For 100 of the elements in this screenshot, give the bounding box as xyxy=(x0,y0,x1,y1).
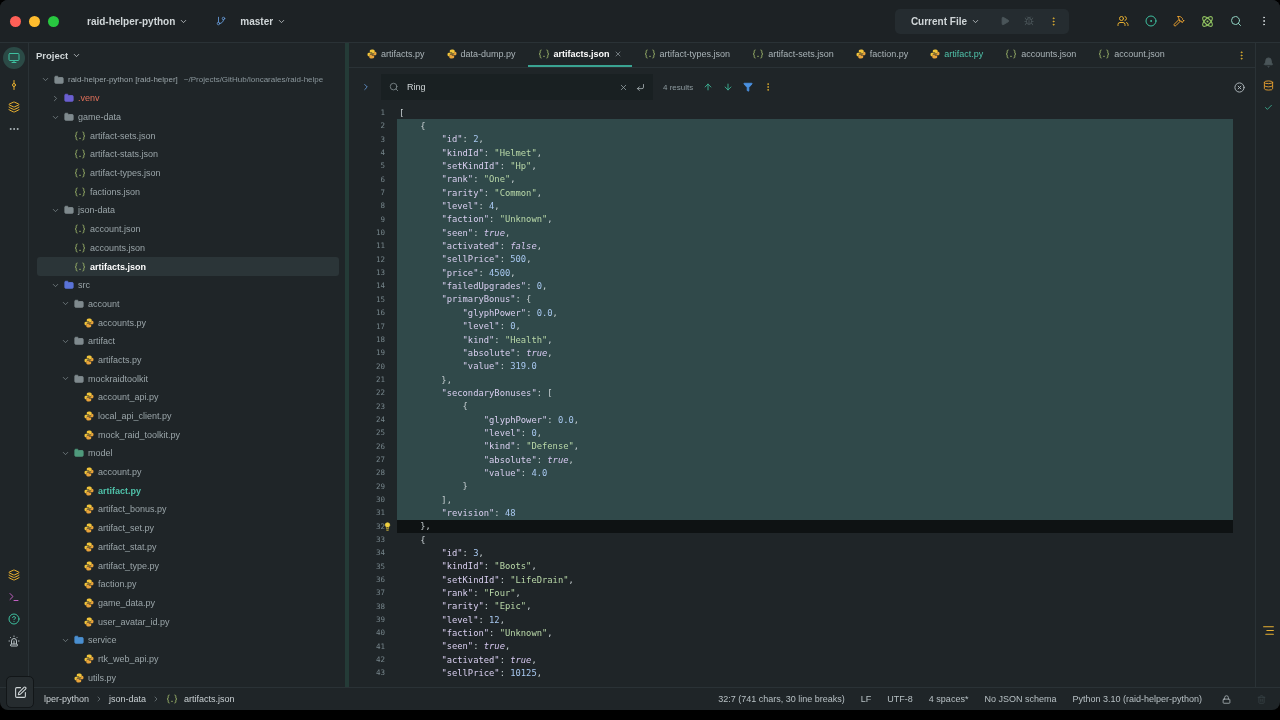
status-item[interactable]: LF xyxy=(860,694,872,704)
file-tab[interactable]: faction.py xyxy=(845,43,919,67)
users-icon[interactable] xyxy=(1117,15,1129,27)
tree-item[interactable]: user_avatar_id.py xyxy=(37,612,339,631)
tree-item[interactable]: artifacts.json xyxy=(37,257,339,276)
pen-icon[interactable] xyxy=(13,685,27,699)
file-tab[interactable]: account.json xyxy=(1088,43,1175,67)
python-icon xyxy=(84,411,94,422)
tree-item[interactable]: artifact-stats.json xyxy=(37,145,339,164)
tree-item[interactable]: model xyxy=(37,444,339,463)
python-icon xyxy=(367,49,377,59)
search-icon[interactable] xyxy=(1230,15,1242,27)
terminal-icon[interactable] xyxy=(8,591,20,603)
maximize-window-button[interactable] xyxy=(48,15,59,27)
file-tab[interactable]: artifacts.py xyxy=(357,43,435,67)
status-item[interactable]: Python 3.10 (raid-helper-python) xyxy=(1072,694,1202,704)
tree-item[interactable]: json-data xyxy=(37,201,339,220)
breadcrumb-item[interactable]: json-data xyxy=(109,694,147,704)
tree-item[interactable]: mock_raid_toolkit.py xyxy=(37,425,339,445)
tree-item[interactable]: artifact_set.py xyxy=(37,518,339,538)
lock-icon[interactable] xyxy=(1222,694,1231,704)
tree-item[interactable]: service xyxy=(37,630,339,650)
search-field[interactable]: Ring xyxy=(381,74,653,100)
braces-icon xyxy=(74,261,86,272)
close-icon[interactable] xyxy=(1234,81,1245,93)
folder-icon xyxy=(74,373,84,384)
tree-item[interactable]: artifact.py xyxy=(37,481,339,501)
panel-title[interactable]: Project xyxy=(29,43,345,69)
close-window-button[interactable] xyxy=(10,15,21,27)
file-name: account xyxy=(88,298,120,309)
project-tool-button[interactable] xyxy=(3,47,25,69)
database-icon[interactable] xyxy=(1262,80,1274,91)
tree-item[interactable]: artifact-types.json xyxy=(37,163,339,183)
project-selector[interactable]: raid-helper-python xyxy=(81,12,195,30)
branch-selector[interactable]: master xyxy=(234,12,293,30)
file-tab[interactable]: artifact-sets.json xyxy=(742,43,844,67)
next-icon[interactable] xyxy=(723,82,734,92)
file-tab[interactable]: accounts.json xyxy=(995,43,1087,67)
tree-item[interactable]: game-data xyxy=(37,107,339,127)
tree-item[interactable]: .venv xyxy=(37,89,339,108)
hammer-icon[interactable] xyxy=(1173,15,1185,27)
tree-item[interactable]: artifacts.py xyxy=(37,350,339,370)
file-tab[interactable]: artifact-types.json xyxy=(633,43,741,67)
tree-item[interactable]: utils.py xyxy=(37,668,339,687)
python-icon xyxy=(84,392,94,403)
tree-item[interactable]: rtk_web_api.py xyxy=(37,649,339,669)
tree-item[interactable]: accounts.py xyxy=(37,313,339,332)
tree-item[interactable]: faction.py xyxy=(37,574,339,594)
status-item[interactable]: UTF-8 xyxy=(887,694,913,704)
tree-item[interactable]: artifact_type.py xyxy=(37,556,339,575)
file-tab[interactable]: artifacts.json xyxy=(527,43,632,67)
file-tab[interactable]: data-dump.py xyxy=(436,43,526,67)
tree-item[interactable]: artifact_bonus.py xyxy=(37,500,339,519)
layers-icon[interactable] xyxy=(8,101,20,113)
tree-item[interactable]: account.py xyxy=(37,462,339,482)
clear-icon[interactable] xyxy=(619,82,628,92)
expand-icon[interactable] xyxy=(361,82,371,92)
file-name: service xyxy=(88,635,117,646)
status-item[interactable]: 32:7 (741 chars, 30 line breaks) xyxy=(718,694,845,704)
atom-icon[interactable] xyxy=(1201,14,1214,28)
tree-item[interactable]: artifact xyxy=(37,331,339,351)
breadcrumb-item[interactable]: lper-python xyxy=(44,694,90,704)
close-icon[interactable] xyxy=(613,50,622,58)
tree-item[interactable]: factions.json xyxy=(37,182,339,202)
file-name: accounts.json xyxy=(90,242,146,253)
status-item[interactable]: No JSON schema xyxy=(984,694,1057,704)
monitor-icon[interactable] xyxy=(8,52,20,64)
file-name: artifact-stats.json xyxy=(90,149,159,160)
layers-icon[interactable] xyxy=(8,569,20,581)
edit-button[interactable] xyxy=(6,676,34,708)
tree-item[interactable]: mockraidtoolkit xyxy=(37,369,339,388)
file-name: factions.json xyxy=(90,186,141,197)
tree-item[interactable]: accounts.json xyxy=(37,238,339,258)
tree-item[interactable]: artifact_stat.py xyxy=(37,537,339,557)
lightbulb-icon[interactable] xyxy=(383,521,392,531)
tree-item[interactable]: account_api.py xyxy=(37,388,339,407)
filter-icon[interactable] xyxy=(743,82,754,92)
status-icon[interactable] xyxy=(1145,15,1157,27)
structure-icon[interactable] xyxy=(1261,624,1275,637)
folder-icon xyxy=(54,74,64,85)
alarm-icon[interactable] xyxy=(8,635,20,647)
tree-item[interactable]: account.json xyxy=(37,219,339,239)
folder-icon xyxy=(74,336,84,347)
status-item[interactable]: 4 spaces* xyxy=(928,694,969,704)
tree-item[interactable]: src xyxy=(37,275,339,295)
chevron-right-icon[interactable] xyxy=(51,93,60,103)
tree-item[interactable]: raid-helper-python [raid-helper] ~/Projects/GitHub/loncarales/raid-helpe xyxy=(37,70,339,89)
help-icon[interactable] xyxy=(8,613,20,625)
tree-item[interactable]: local_api_client.py xyxy=(37,406,339,426)
tree-item[interactable]: game_data.py xyxy=(37,593,339,613)
breadcrumb-item[interactable]: artifacts.json xyxy=(184,694,235,704)
tree-item[interactable]: account xyxy=(37,294,339,314)
python-icon xyxy=(84,541,94,552)
enter-icon[interactable] xyxy=(636,82,645,92)
previous-icon[interactable] xyxy=(703,82,714,92)
search-query: Ring xyxy=(407,82,427,92)
file-tab[interactable]: artifact.py xyxy=(920,43,994,67)
python-icon xyxy=(446,49,457,59)
tree-item[interactable]: artifact-sets.json xyxy=(37,126,339,146)
minimize-window-button[interactable] xyxy=(29,15,40,27)
